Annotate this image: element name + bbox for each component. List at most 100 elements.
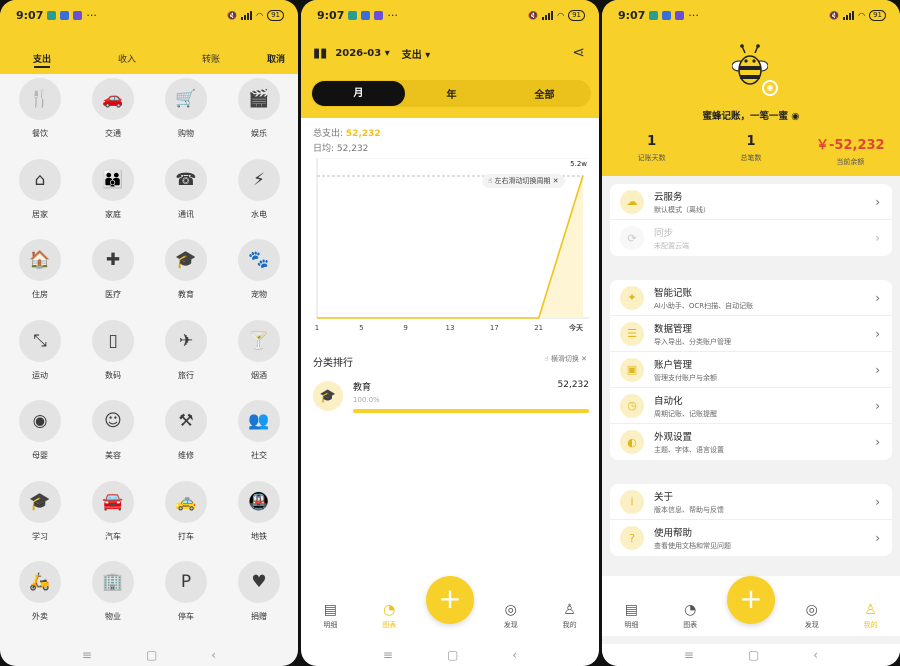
clock-icon: ◷ [620, 393, 644, 418]
category-donation[interactable]: ♥ 捐赠 [229, 561, 289, 622]
close-hint-icon[interactable]: ✕ [553, 177, 559, 185]
category-cart[interactable]: 🛒 购物 [156, 78, 216, 139]
category-tools[interactable]: ⚒ 维修 [156, 400, 216, 461]
subway-icon: 🚇 [238, 480, 280, 523]
category-medical[interactable]: ✚ 医疗 [83, 239, 143, 300]
tab-chart[interactable]: ◔ 图表 [367, 602, 411, 630]
system-nav-bar: ≡ ▢ ‹ [301, 644, 599, 666]
add-record-button[interactable]: + [426, 576, 474, 624]
settings-row-sparkle[interactable]: ✦ 智能记账 AI小助手、OCR扫描、自动记账 › [610, 280, 892, 316]
tab-details[interactable]: ▤ 明细 [308, 602, 352, 630]
statistics-screen: 9:07 ··· 🔇 ◠ 91 ▮▮ 2026-03 ▾ 支出 ▾ ⋖ 月 年 … [301, 0, 599, 666]
settings-row-data[interactable]: ☰ 数据管理 导入导出、分类账户管理 › [610, 316, 892, 352]
settings-row-help[interactable]: ? 使用帮助 查看使用文档和常见问题 › [610, 520, 892, 556]
menu-nav-icon[interactable]: ≡ [82, 648, 92, 662]
back-nav-icon[interactable]: ‹ [512, 648, 517, 662]
tab-label: 我的 [562, 621, 577, 629]
category-fitness[interactable]: ⤡ 运动 [10, 319, 70, 381]
system-nav-bar: ≡ ▢ ‹ [0, 644, 298, 666]
category-family[interactable]: 👪 家庭 [83, 158, 143, 220]
period-month[interactable]: 月 [312, 81, 405, 106]
tab-discover[interactable]: ◎ 发现 [790, 602, 834, 630]
category-label: 学习 [32, 531, 48, 541]
tab-discover[interactable]: ◎ 发现 [489, 602, 533, 630]
type-selector[interactable]: 支出 ▾ [402, 46, 431, 61]
palette-icon: ◐ [620, 430, 644, 454]
notification-app-icon [649, 10, 659, 20]
period-year[interactable]: 年 [405, 86, 498, 101]
tab-income[interactable]: 收入 [118, 52, 136, 65]
close-icon[interactable]: ✕ [581, 355, 587, 363]
category-utensils[interactable]: 🍴 餐饮 [10, 78, 70, 139]
chevron-right-icon: › [875, 363, 880, 377]
category-clapperboard[interactable]: 🎬 娱乐 [229, 78, 289, 139]
settings-row-palette[interactable]: ◐ 外观设置 主题、字体、语言设置 › [610, 424, 892, 460]
tab-transfer[interactable]: 转账 [202, 52, 220, 65]
category-label: 烟酒 [251, 370, 267, 380]
category-graduation-cap[interactable]: 🎓 教育 [156, 239, 216, 300]
category-cocktail[interactable]: 🍸 烟酒 [229, 319, 289, 381]
category-face[interactable]: ☺ 美容 [83, 400, 143, 461]
category-car[interactable]: 🚗 交通 [83, 78, 143, 139]
swipe-hint-text: 左右滑动切换周期 [494, 177, 551, 185]
status-time: 9:07 [317, 8, 345, 22]
chevron-right-icon: › [875, 435, 880, 449]
graduation-cap-icon: 🎓 [165, 239, 207, 281]
category-people[interactable]: 👥 社交 [229, 400, 289, 461]
home-nav-icon[interactable]: ▢ [146, 648, 157, 662]
category-house[interactable]: 🏠 住房 [10, 239, 70, 300]
chevron-right-icon: › [875, 291, 880, 305]
tab-chart[interactable]: ◔ 图表 [668, 602, 712, 630]
rank-switch[interactable]: ☝ 横滑切换 ✕ [544, 354, 587, 364]
back-nav-icon[interactable]: ‹ [211, 648, 216, 662]
automobile-icon: 🚘 [92, 480, 134, 523]
profile-screen: 9:07 ··· 🔇 ◠ 91 ◉ 蜜蜂记账，一笔一蜜 ◉ 1 记账天数 1 总笔数… [602, 0, 900, 666]
category-automobile[interactable]: 🚘 汽车 [83, 480, 143, 542]
category-study[interactable]: 🎓 学习 [10, 480, 70, 542]
category-parking[interactable]: P 停车 [156, 561, 216, 622]
category-airplane[interactable]: ✈ 旅行 [156, 319, 216, 381]
category-bolt[interactable]: ⚡ 水电 [229, 158, 289, 220]
home-nav-icon[interactable]: ▢ [447, 648, 458, 662]
category-paw[interactable]: 🐾 宠物 [229, 239, 289, 300]
chevron-right-icon: › [875, 531, 880, 545]
menu-nav-icon[interactable]: ≡ [684, 648, 694, 662]
settings-row-wallet[interactable]: ▣ 账户管理 管理支付账户与余额 › [610, 352, 892, 388]
bee-avatar-icon[interactable] [732, 44, 768, 88]
row-subtitle: 版本信息、帮助与反馈 [654, 505, 724, 514]
settings-row-sync[interactable]: ⟳ 同步 未配置云端 › [610, 220, 892, 256]
tab-details[interactable]: ▤ 明细 [609, 602, 653, 630]
tab-expense[interactable]: 支出 [33, 52, 51, 65]
back-nav-icon[interactable]: ‹ [813, 648, 818, 662]
category-taxi[interactable]: 🚕 打车 [156, 480, 216, 542]
tab-mine[interactable]: ♙ 我的 [548, 602, 592, 630]
tab-mine[interactable]: ♙ 我的 [849, 602, 893, 630]
category-baby[interactable]: ◉ 母婴 [10, 400, 70, 461]
category-picker-screen: 9:07 ··· 🔇 ◠ 91 支出 收入 转账 取消 🍴 餐饮 🚗 交通 🛒 购物 🎬 娱乐… [0, 0, 298, 666]
category-subway[interactable]: 🚇 地铁 [229, 480, 289, 542]
info-icon: i [620, 489, 644, 514]
home-nav-icon[interactable]: ▢ [748, 648, 759, 662]
share-icon[interactable]: ⋖ [572, 43, 585, 61]
cancel-button[interactable]: 取消 [267, 52, 285, 65]
settings-row-info[interactable]: i 关于 版本信息、帮助与反馈 › [610, 484, 892, 520]
period-all[interactable]: 全部 [498, 86, 591, 101]
person-icon: ♙ [864, 602, 877, 618]
swipe-hint-chip[interactable]: ☝ 左右滑动切换周期 ✕ [482, 174, 565, 188]
tab-label: 图表 [683, 621, 698, 629]
add-record-button[interactable]: + [727, 576, 775, 624]
category-device[interactable]: ▯ 数码 [83, 319, 143, 381]
category-phone[interactable]: ☎ 通讯 [156, 158, 216, 220]
brand-slogan: 蜜蜂记账，一笔一蜜 ◉ [602, 108, 900, 122]
camera-icon[interactable]: ◉ [762, 80, 778, 96]
category-home[interactable]: ⌂ 居家 [10, 158, 70, 220]
category-scooter[interactable]: 🛵 外卖 [10, 561, 70, 622]
month-selector[interactable]: 2026-03 ▾ [335, 48, 389, 59]
rank-item-education[interactable]: 🎓 教育 52,232 100.0% [313, 378, 589, 418]
menu-nav-icon[interactable]: ≡ [383, 648, 393, 662]
category-building[interactable]: 🏢 物业 [83, 561, 143, 622]
settings-row-cloud[interactable]: ☁ 云服务 默认模式（离线） › [610, 184, 892, 220]
eye-icon[interactable]: ◉ [791, 111, 799, 122]
chevron-right-icon: › [875, 231, 880, 245]
settings-row-clock[interactable]: ◷ 自动化 周期记账、记账提醒 › [610, 388, 892, 424]
